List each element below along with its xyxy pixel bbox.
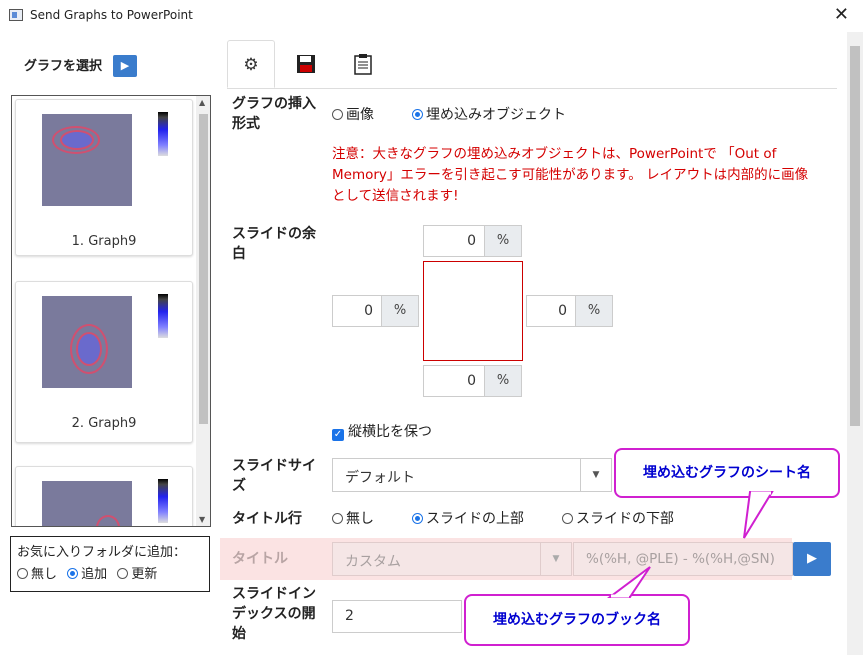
margin-preview-box	[423, 261, 523, 361]
insert-as-image-radio[interactable]: 画像	[332, 104, 374, 124]
title-row-top-radio[interactable]: スライドの上部	[412, 508, 524, 528]
favorites-box: お気に入りフォルダに追加： 無し 追加 更新	[10, 536, 210, 592]
slide-index-label: スライドイン デックスの開始	[232, 586, 316, 642]
graph-list-scrollbar[interactable]: ▲ ▼	[196, 96, 210, 526]
graph-preview-image	[42, 114, 132, 206]
margin-left-unit: %	[382, 295, 419, 327]
scroll-up-icon[interactable]: ▲	[199, 98, 205, 107]
title-bar: Send Graphs to PowerPoint ✕	[0, 0, 863, 32]
graph-label: 1. Graph9	[71, 234, 137, 249]
favorites-option-update[interactable]: 更新	[117, 567, 157, 582]
slide-size-select[interactable]: デフォルト ▼	[332, 458, 612, 492]
colorbar-image	[158, 479, 168, 523]
app-icon	[9, 9, 23, 21]
graph-thumbnail-2[interactable]: 2. Graph9	[15, 281, 193, 443]
title-mode-select[interactable]: カスタム ▼	[332, 542, 572, 576]
colorbar-image	[158, 294, 168, 338]
scrollbar-thumb[interactable]	[850, 46, 860, 426]
scrollbar-thumb[interactable]	[199, 114, 208, 424]
graph-thumbnail-1[interactable]: 1. Graph9	[15, 99, 193, 256]
keep-aspect-checkbox[interactable]: ✓ 縦横比を保つ	[332, 421, 432, 441]
slide-margin-label: スライドの余白	[232, 226, 316, 262]
margin-right-unit: %	[576, 295, 613, 327]
panel-scrollbar[interactable]	[847, 32, 863, 655]
chevron-down-icon[interactable]: ▼	[540, 543, 571, 575]
gear-icon[interactable]: ⚙	[227, 40, 275, 88]
graph-preview-image	[42, 296, 132, 388]
graph-thumbnail-3[interactable]	[15, 466, 193, 526]
title-row-none-radio[interactable]: 無し	[332, 508, 374, 528]
margin-bottom-unit: %	[485, 365, 522, 397]
play-icon[interactable]: ▶	[113, 55, 137, 77]
select-graph-heading: グラフを選択	[24, 59, 103, 74]
margin-right-input[interactable]: 0	[526, 295, 576, 327]
graph-list[interactable]: 1. Graph9 2. Graph9 ▲ ▼	[11, 95, 211, 527]
margin-bottom-input[interactable]: 0	[423, 365, 485, 397]
scroll-down-icon[interactable]: ▼	[199, 515, 205, 524]
favorites-option-none[interactable]: 無し	[17, 567, 57, 582]
chevron-down-icon[interactable]: ▼	[580, 459, 611, 491]
window-title: Send Graphs to PowerPoint	[30, 8, 193, 22]
settings-tabs: ⚙	[227, 40, 837, 89]
margin-top-unit: %	[485, 225, 522, 257]
graph-preview-image	[42, 481, 132, 526]
title-row-bottom-radio[interactable]: スライドの下部	[562, 508, 674, 528]
title-label: タイトル	[232, 551, 288, 567]
callout-pointer	[607, 566, 651, 598]
save-icon[interactable]	[282, 40, 330, 88]
favorites-label: お気に入りフォルダに追加：	[17, 545, 187, 560]
margin-left-input[interactable]: 0	[332, 295, 382, 327]
sheet-name-callout: 埋め込むグラフのシート名	[614, 448, 840, 498]
title-row-label: タイトル行	[232, 511, 302, 527]
slide-index-input[interactable]: 2	[332, 600, 462, 633]
play-icon[interactable]: ▶	[793, 542, 831, 576]
insert-format-label: グラフの挿入 形式	[232, 96, 316, 132]
callout-pointer	[743, 491, 774, 539]
clipboard-icon[interactable]	[339, 40, 387, 88]
colorbar-image	[158, 112, 168, 156]
graph-label: 2. Graph9	[71, 416, 137, 431]
book-name-callout: 埋め込むグラフのブック名	[464, 594, 690, 646]
embed-warning-text: 注意：大きなグラフの埋め込みオブジェクトは、PowerPointで 「Out o…	[332, 146, 809, 204]
favorites-option-add[interactable]: 追加	[67, 567, 107, 582]
close-icon[interactable]: ✕	[834, 4, 849, 25]
slide-size-label: スライドサイズ	[232, 458, 316, 494]
insert-as-embedded-radio[interactable]: 埋め込みオブジェクト	[412, 104, 566, 124]
margin-top-input[interactable]: 0	[423, 225, 485, 257]
